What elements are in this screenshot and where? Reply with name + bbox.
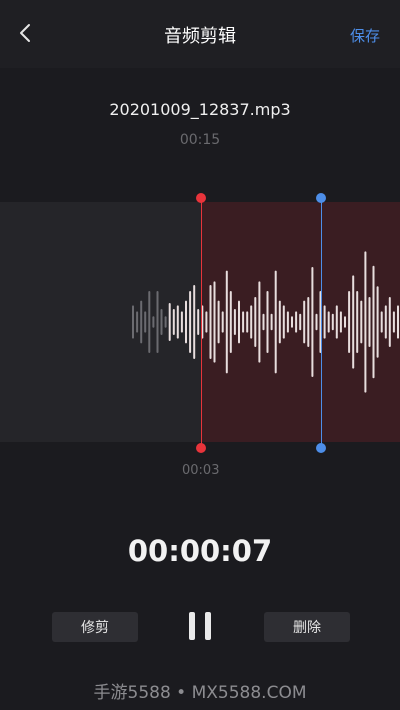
trim-start-handle-bottom[interactable] <box>196 443 206 453</box>
chevron-left-icon <box>19 23 31 47</box>
pause-button[interactable] <box>186 610 214 644</box>
watermark-text: 手游5588 • MX5588.COM <box>93 683 307 703</box>
waveform <box>132 251 399 393</box>
trim-start-time: 00:03 <box>182 463 220 478</box>
header-bar: 音频剪辑 保存 <box>0 0 400 68</box>
back-button[interactable] <box>10 20 40 50</box>
trim-end-handle-top[interactable] <box>316 193 326 203</box>
delete-button[interactable]: 删除 <box>264 612 350 642</box>
file-duration: 00:15 <box>179 132 221 148</box>
waveform-area[interactable] <box>0 202 400 442</box>
trim-button[interactable]: 修剪 <box>52 612 138 642</box>
trim-start-line <box>201 198 202 448</box>
file-name: 20201009_12837.mp3 <box>109 100 291 119</box>
trim-end-handle-bottom[interactable] <box>316 443 326 453</box>
current-time: 00:00:07 <box>127 534 273 568</box>
page-title: 音频剪辑 <box>164 26 236 47</box>
trim-start-handle-top[interactable] <box>196 193 206 203</box>
save-button[interactable]: 保存 <box>350 25 380 46</box>
audio-edit-screen: 音频剪辑 保存 20201009_12837.mp3 00:15 00:03 0… <box>0 0 400 710</box>
trim-end-line <box>321 198 322 448</box>
